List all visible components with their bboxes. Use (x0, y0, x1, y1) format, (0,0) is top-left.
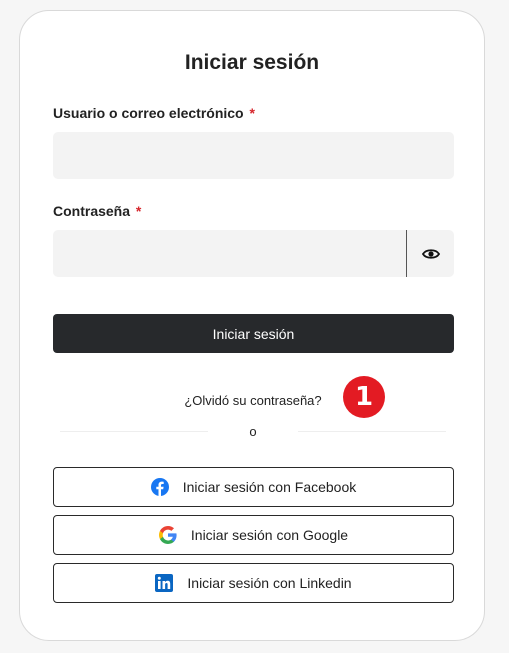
facebook-login-button[interactable]: Iniciar sesión con Facebook (53, 467, 454, 507)
eye-icon (421, 248, 440, 259)
linkedin-login-label: Iniciar sesión con Linkedin (187, 575, 352, 591)
login-card: Iniciar sesión Usuario o correo electrón… (19, 10, 485, 641)
linkedin-icon (155, 574, 174, 592)
separator-line-right (298, 431, 446, 432)
password-input[interactable] (53, 230, 406, 277)
password-label-text: Contraseña (53, 203, 131, 219)
facebook-icon (150, 478, 169, 496)
page-title: Iniciar sesión (184, 51, 320, 74)
username-input[interactable] (53, 132, 454, 179)
annotation-badge: 1 (343, 376, 385, 418)
google-icon (158, 526, 177, 544)
username-label: Usuario o correo electrónico * (53, 104, 255, 122)
login-button[interactable]: Iniciar sesión (53, 314, 454, 353)
google-login-label: Iniciar sesión con Google (190, 527, 349, 543)
required-mark: * (249, 105, 255, 121)
forgot-password-link[interactable]: ¿Olvidó su contraseña? (20, 392, 486, 410)
password-field (53, 230, 454, 277)
linkedin-login-button[interactable]: Iniciar sesión con Linkedin (53, 563, 454, 603)
show-password-button[interactable] (407, 230, 454, 277)
required-mark: * (135, 203, 142, 219)
facebook-login-label: Iniciar sesión con Facebook (182, 479, 357, 495)
google-login-button[interactable]: Iniciar sesión con Google (53, 515, 454, 555)
separator-text: o (249, 424, 257, 439)
username-label-text: Usuario o correo electrónico (53, 105, 244, 121)
password-label: Contraseña * (53, 202, 141, 220)
